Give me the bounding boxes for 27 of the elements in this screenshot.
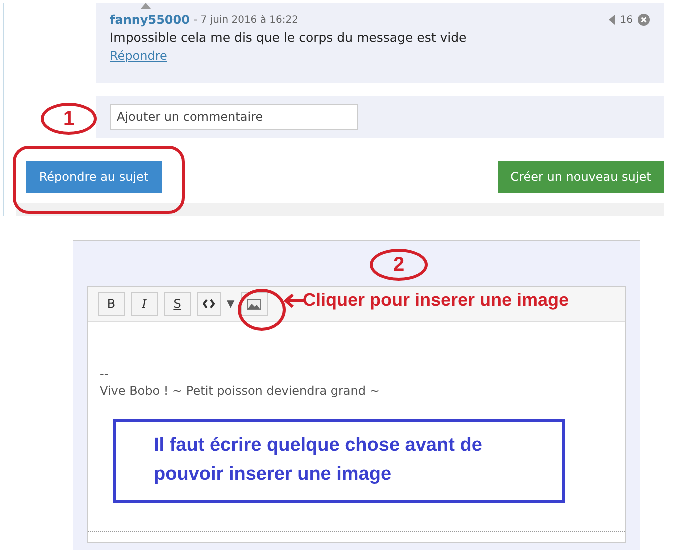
comment-input[interactable]: Ajouter un commentaire [110,104,358,130]
image-icon [247,298,262,310]
code-icon [203,299,215,309]
comment-date: - 7 juin 2016 à 16:22 [194,14,298,26]
topic-button[interactable]: Répondre au sujet [26,161,162,193]
image-button[interactable] [240,292,268,316]
bold-button[interactable]: B [98,292,125,316]
vote-count: 16 [620,14,633,26]
arrow-icon [284,294,304,308]
reply-link[interactable]: Répondre [110,49,168,63]
highlight-ring [238,289,286,331]
italic-button[interactable]: I [131,292,158,316]
step-marker: 2 [370,249,428,281]
dropdown-caret[interactable]: ▼ [227,298,235,310]
close-icon[interactable] [638,14,650,26]
editor-text-line: Vive Bobo ! ~ Petit poisson deviendra grand ~ [100,383,381,400]
caret-icon[interactable] [609,15,616,25]
topic-button[interactable]: Créer un nouveau sujet [498,161,664,193]
step-marker: 1 [41,103,97,135]
annotation-text: Cliquer pour inserer une image [303,290,570,311]
comment-text: Impossible cela me dis que le corps du message est vide [110,30,468,45]
comment-author[interactable]: fanny55000 [110,13,190,27]
editor-text-line: -- [100,366,110,383]
note-text: Il faut écrire quelque chose avant de pouvoir inserer une image [154,434,484,487]
caret-icon [141,3,151,9]
strike-button[interactable]: S [164,292,191,316]
code-button[interactable] [197,292,221,316]
